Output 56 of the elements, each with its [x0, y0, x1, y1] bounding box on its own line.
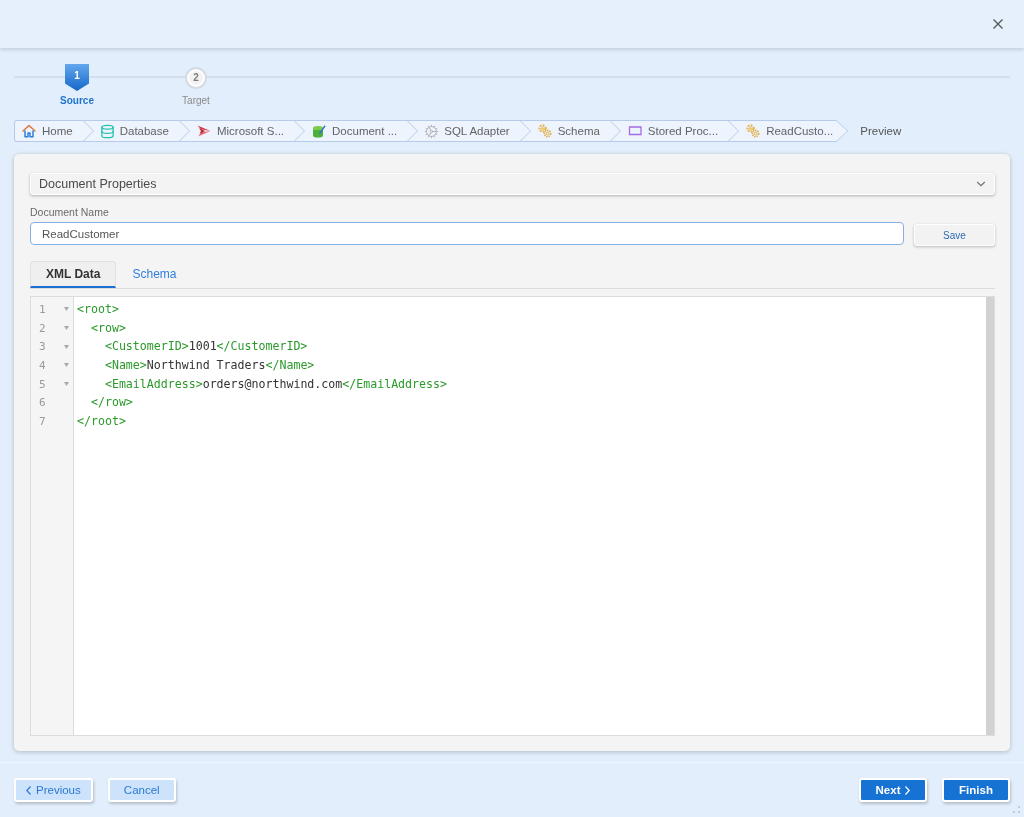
caret-icon[interactable] — [64, 382, 69, 387]
tab[interactable]: Schema — [116, 261, 193, 288]
caret-icon[interactable] — [64, 307, 69, 312]
gears-icon — [746, 124, 761, 138]
line-number: 5 — [39, 377, 47, 391]
line-number: 7 — [39, 414, 47, 428]
swoosh-icon — [196, 125, 211, 137]
tab[interactable]: XML Data — [30, 261, 117, 288]
line-number: 1 — [39, 302, 47, 316]
gear-icon — [424, 123, 440, 139]
line-number: 6 — [39, 396, 47, 410]
breadcrumb-item[interactable]: Schema — [530, 121, 621, 141]
breadcrumb-item[interactable]: SQL Adapter — [418, 121, 531, 141]
breadcrumb-item[interactable]: Document ... — [305, 121, 419, 141]
close-button[interactable] — [991, 17, 1005, 31]
code-line: <EmailAddress>orders@northwind.com</EmailAddress> — [103, 375, 447, 393]
chevron-right-icon — [905, 785, 911, 795]
database-pen-icon — [312, 124, 327, 138]
field-label: Document Name — [30, 206, 110, 219]
breadcrumb-item[interactable]: Stored Proc... — [620, 121, 740, 141]
breadcrumb-item[interactable]: Home — [15, 121, 94, 141]
gears-icon — [537, 124, 552, 138]
code-line: <row> — [89, 319, 126, 337]
line-number: 3 — [39, 340, 47, 354]
code-editor[interactable]: 1 2 3 4 5 6 7 <root> <row> <CustomerID>1001</CustomerID> <Name>Northwind Traders</Name> <EmailAddress>orders@northwind.com</EmailAddress> </row> </root> — [30, 296, 995, 736]
code-line: <CustomerID>1001</CustomerID> — [103, 338, 308, 356]
breadcrumb-current: Preview — [860, 125, 902, 137]
section-header[interactable]: Document Properties — [30, 173, 995, 195]
code-line: </row> — [89, 394, 133, 412]
step-number[interactable]: 2 — [185, 66, 207, 89]
code-line: <Name>Northwind Traders</Name> — [103, 357, 315, 375]
line-number: 2 — [39, 321, 47, 335]
finish-button[interactable]: Finish — [942, 778, 1010, 802]
next-button[interactable]: Next — [859, 778, 927, 802]
code-line: </root> — [77, 413, 126, 431]
save-button[interactable]: Save — [914, 224, 995, 246]
cancel-button[interactable]: Cancel — [107, 778, 176, 802]
breadcrumb-item[interactable]: Microsoft S... — [189, 121, 306, 141]
caret-icon[interactable] — [64, 363, 69, 368]
house-icon — [22, 124, 36, 138]
step-label: Target — [182, 95, 210, 107]
database-icon — [99, 123, 115, 139]
vertical-scrollbar[interactable] — [986, 297, 994, 735]
code-line: <root> — [77, 301, 119, 318]
caret-icon[interactable] — [64, 326, 69, 331]
resize-grip-icon[interactable] — [1012, 805, 1021, 814]
breadcrumb-item[interactable]: Database — [93, 121, 190, 141]
breadcrumb-item[interactable]: ReadCusto... — [739, 121, 834, 141]
step-number[interactable]: 1 — [65, 64, 89, 91]
line-number: 4 — [39, 358, 47, 372]
document-name-input[interactable]: ReadCustomer — [30, 222, 904, 245]
chevron-left-icon — [26, 785, 31, 795]
previous-button[interactable]: Previous — [14, 778, 93, 802]
close-icon — [993, 19, 1003, 29]
step-label: Source — [60, 95, 94, 107]
caret-icon[interactable] — [64, 344, 69, 349]
